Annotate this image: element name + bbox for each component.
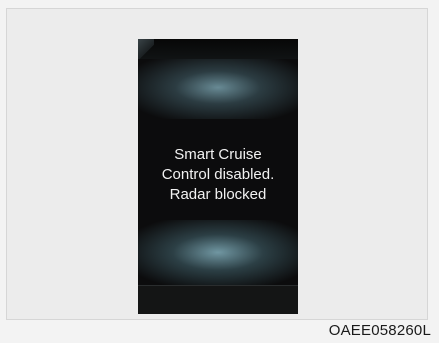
cluster-display: Smart Cruise Control disabled. Radar blo…: [138, 39, 298, 314]
top-bar: [138, 39, 298, 59]
corner-notch: [138, 39, 154, 59]
warning-message: Smart Cruise Control disabled. Radar blo…: [138, 145, 298, 205]
bottom-bar: [138, 285, 298, 314]
bottom-glow: [138, 220, 298, 292]
page: Smart Cruise Control disabled. Radar blo…: [0, 0, 439, 343]
message-line-1: Smart Cruise: [174, 146, 262, 163]
figure-code: OAEE058260L: [328, 322, 431, 339]
top-glow: [138, 49, 298, 119]
message-line-2: Control disabled.: [161, 166, 275, 183]
message-line-3: Radar blocked: [169, 186, 267, 203]
